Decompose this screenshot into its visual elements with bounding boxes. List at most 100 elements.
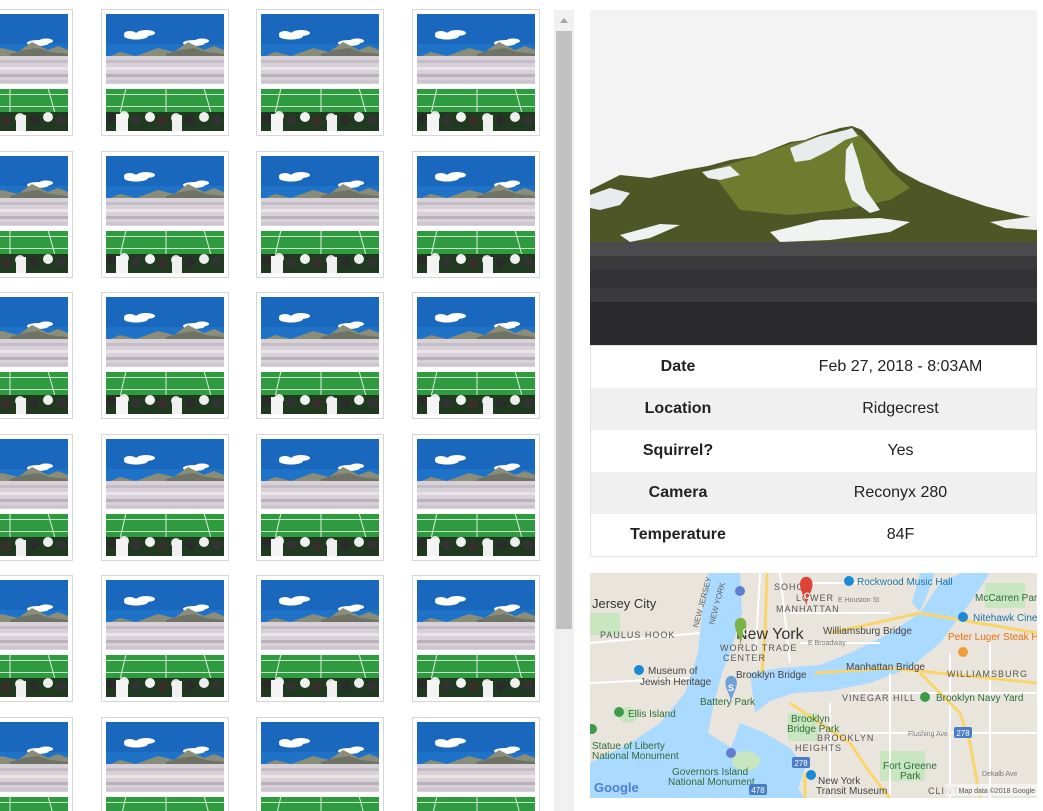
photo-thumbnail[interactable] [101, 9, 229, 136]
temperature-label: Temperature [630, 526, 726, 543]
photo-thumbnail[interactable] [256, 9, 384, 136]
photo-thumbnail[interactable] [0, 292, 73, 419]
stadium-photo-image [0, 14, 68, 131]
map-label-dekalb: Dekalb Ave [982, 771, 1017, 778]
photo-thumbnail[interactable] [412, 717, 540, 811]
map-label-peter-luger: Peter Luger Steak Ho [948, 632, 1037, 643]
photo-thumbnail[interactable] [0, 434, 73, 561]
map-label-brooklyn-bridge: Brooklyn Bridge [736, 670, 807, 681]
photo-thumbnail[interactable] [256, 151, 384, 278]
photo-thumbnail[interactable] [0, 717, 73, 811]
selected-photo [590, 10, 1037, 345]
map-label-statue-2: National Monument [592, 751, 679, 762]
stadium-photo-image [0, 297, 68, 414]
stadium-photo-image [261, 580, 379, 697]
photo-thumbnail[interactable] [101, 434, 229, 561]
museum-icon [634, 665, 644, 675]
stadium-photo-image [106, 14, 224, 131]
stadium-photo-image [417, 156, 535, 273]
transit-museum-icon [806, 770, 816, 780]
photo-thumbnail[interactable] [101, 717, 229, 811]
photo-thumbnail[interactable] [0, 9, 73, 136]
squirrel-label: Squirrel? [642, 442, 714, 459]
stadium-photo-image [106, 439, 224, 556]
photo-thumbnail[interactable] [101, 151, 229, 278]
map-label-manhattan: MANHATTAN [776, 604, 840, 614]
park-icon-ellis [614, 707, 624, 717]
photo-thumbnail[interactable] [101, 292, 229, 419]
map-label-nitehawk: Nitehawk Cine [973, 613, 1037, 624]
location-label: Location [590, 388, 765, 430]
map-label-jersey-city: Jersey City [592, 596, 657, 611]
highway-shield-2-label: 278 [794, 759, 808, 768]
stadium-photo-image [417, 297, 535, 414]
scroll-up-button[interactable] [554, 10, 574, 30]
photo-thumbnail[interactable] [412, 151, 540, 278]
camera-value: Reconyx 280 [765, 472, 1037, 514]
photo-thumbnail[interactable] [256, 292, 384, 419]
temperature-value: 84F [886, 526, 915, 543]
music-venue-icon [844, 576, 854, 586]
stadium-photo-image [0, 722, 68, 811]
map-label-center: CENTER [723, 653, 766, 663]
map-label-lower: LOWER [796, 593, 834, 603]
map-label-williamsburg: WILLIAMSBURG [947, 669, 1028, 679]
stadium-photo-image [417, 439, 535, 556]
stadium-photo-image [0, 580, 68, 697]
stadium-photo-image [417, 722, 535, 811]
stadium-photo-image [261, 156, 379, 273]
date-value: Feb 27, 2018 - 8:03AM [818, 358, 983, 375]
map-attribution: Map data ©2018 Google [959, 787, 1035, 795]
metadata-row-date: Date Feb 27, 2018 - 8:03AM [591, 346, 1037, 389]
map-label-e-broadway: E Broadway [808, 640, 846, 647]
vertical-scrollbar[interactable] [554, 10, 574, 811]
date-label: Date [660, 358, 696, 375]
map-label-brooklyn-heights: HEIGHTS [795, 743, 842, 753]
stadium-photo-image [106, 297, 224, 414]
photo-metadata-table: Date Feb 27, 2018 - 8:03AM Location Ridg… [590, 345, 1037, 557]
metadata-row-temperature: Temperature 84F [591, 514, 1037, 557]
map-label-fort-greene-2: Park [900, 771, 922, 782]
photo-thumbnail[interactable] [256, 575, 384, 702]
photo-thumbnail[interactable] [0, 575, 73, 702]
stadium-photo-image [106, 156, 224, 273]
camera-label: Camera [590, 472, 765, 514]
map-label-museum-of: Museum of [648, 666, 698, 677]
restaurant-icon [958, 647, 968, 657]
metadata-row-squirrel: Squirrel? Yes [591, 430, 1037, 472]
highway-shield-1-label: 278 [956, 729, 970, 738]
google-logo: Google [594, 780, 639, 795]
highway-shield-3-label: 478 [751, 786, 765, 795]
location-map[interactable]: Jersey City PAULUS HOOK NEW JERSEY NEW Y… [590, 573, 1037, 798]
map-label-jewish-heritage: Jewish Heritage [640, 677, 712, 688]
scroll-thumb[interactable] [556, 31, 572, 629]
stadium-photo-image [417, 580, 535, 697]
squirrel-value: Yes [887, 442, 914, 459]
park-icon-navy-yard [920, 692, 930, 702]
transit-icon [735, 586, 745, 596]
photo-thumbnail[interactable] [412, 9, 540, 136]
photo-thumbnail[interactable] [0, 151, 73, 278]
map-label-williamsburg-bridge: Williamsburg Bridge [823, 626, 912, 637]
stadium-photo-image [261, 439, 379, 556]
metadata-row-location: Location Ridgecrest [590, 388, 1037, 430]
location-value: Ridgecrest [765, 388, 1037, 430]
photo-thumbnail[interactable] [412, 292, 540, 419]
photo-thumbnail[interactable] [101, 575, 229, 702]
stadium-photo-image [261, 722, 379, 811]
map-label-paulus-hook: PAULUS HOOK [600, 630, 675, 640]
cinema-icon [958, 612, 968, 622]
map-label-mccarren: McCarren Park [975, 593, 1037, 604]
map-label-brooklyn-navy-yard: Brooklyn Navy Yard [936, 693, 1023, 704]
map-marker-c-label: C [804, 591, 811, 601]
thumbnail-grid [0, 0, 552, 811]
photo-thumbnail[interactable] [256, 434, 384, 561]
photo-thumbnail[interactable] [412, 575, 540, 702]
map-label-manhattan-bridge: Manhattan Bridge [846, 662, 925, 673]
ferry-icon [726, 748, 736, 758]
map-label-e-houston: E Houston St [838, 597, 879, 604]
stadium-photo-image [261, 297, 379, 414]
photo-thumbnail[interactable] [256, 717, 384, 811]
photo-thumbnail[interactable] [412, 434, 540, 561]
arrow-up-icon [560, 17, 568, 23]
